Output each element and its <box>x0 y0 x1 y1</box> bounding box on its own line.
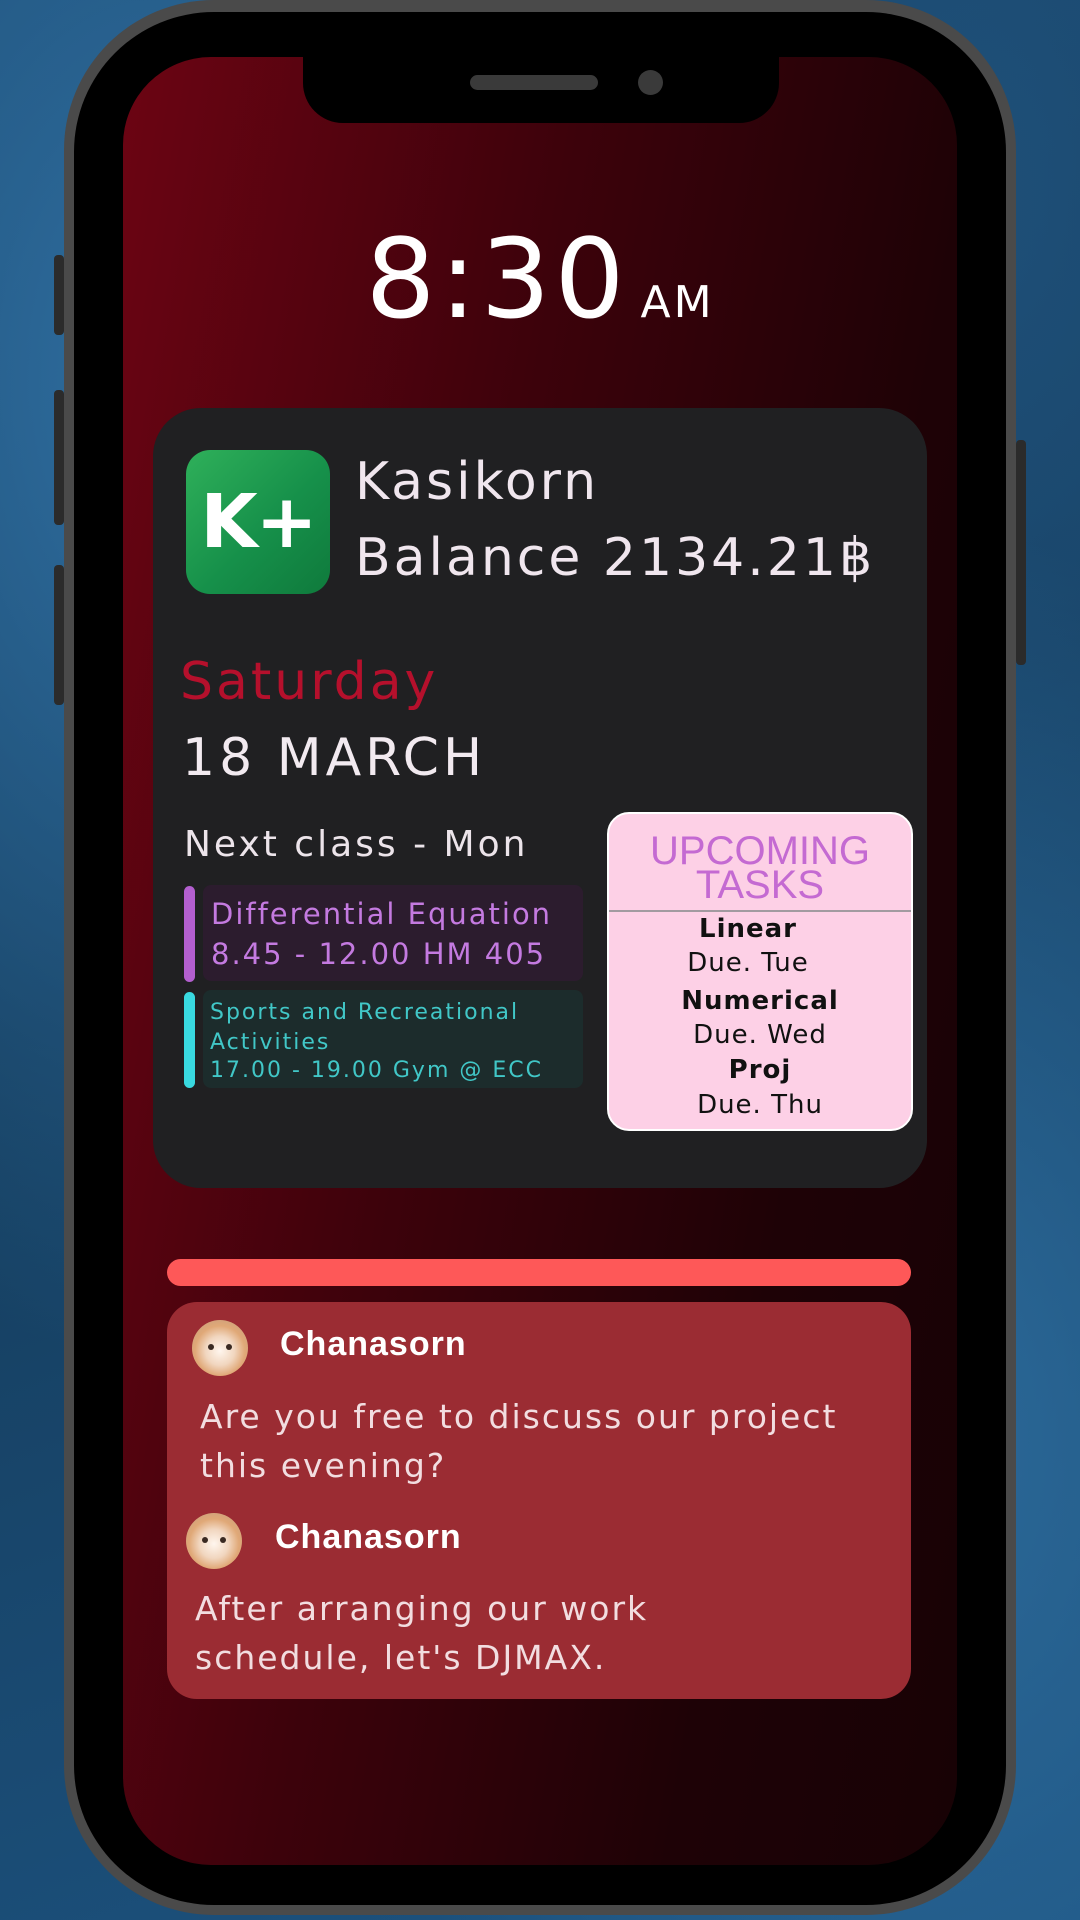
notification-message-line: schedule, let's DJMAX. <box>195 1638 607 1677</box>
notification-message: Are you free to discuss our project this… <box>200 1392 837 1490</box>
upcoming-tasks-card[interactable]: UPCOMING TASKS Linear Due. Tue Numerical… <box>607 812 913 1131</box>
front-camera-icon <box>638 70 663 95</box>
notification-message-line: this evening? <box>200 1446 447 1485</box>
task-due: Due. Tue <box>687 948 809 978</box>
class-item[interactable]: Sports and Recreational Activities 17.00… <box>203 990 583 1088</box>
class-title: Differential Equation <box>211 897 553 931</box>
task-name: Linear <box>699 914 797 944</box>
bank-name: Kasikorn <box>355 452 600 512</box>
tasks-title-line2: TASKS <box>695 863 825 907</box>
avatar <box>192 1320 248 1376</box>
notification-message: After arranging our work schedule, let's… <box>195 1584 648 1682</box>
clock-ampm: AM <box>640 277 715 328</box>
class-details: 8.45 - 12.00 HM 405 <box>211 937 547 971</box>
speaker-grille <box>470 75 598 90</box>
tasks-title: UPCOMING TASKS <box>609 831 911 907</box>
class-color-bar <box>184 992 195 1088</box>
task-due: Due. Wed <box>693 1020 827 1050</box>
notification-message-line: After arranging our work <box>195 1589 649 1628</box>
next-class-heading: Next class - Mon <box>184 824 529 865</box>
tasks-divider <box>609 910 911 912</box>
clock-time: 8:30 <box>365 215 629 343</box>
notification-stack-bar[interactable] <box>167 1259 911 1286</box>
class-details: 17.00 - 19.00 Gym @ ECC <box>210 1058 543 1083</box>
notification-sender: Chanasorn <box>275 1518 462 1556</box>
volume-down-button[interactable] <box>54 565 64 705</box>
volume-up-button[interactable] <box>54 390 64 525</box>
weekday-label: Saturday <box>180 652 439 712</box>
notch <box>303 57 779 123</box>
task-name: Proj <box>728 1055 792 1085</box>
task-name: Numerical <box>681 986 839 1016</box>
notification-sender: Chanasorn <box>280 1325 467 1363</box>
notification-message-line: Are you free to discuss our project <box>200 1397 838 1436</box>
date-label: 18 MARCH <box>182 728 487 788</box>
power-button[interactable] <box>1016 440 1026 665</box>
avatar <box>186 1513 242 1569</box>
bank-balance: Balance 2134.21฿ <box>355 528 876 588</box>
class-item[interactable]: Differential Equation 8.45 - 12.00 HM 40… <box>203 885 583 981</box>
kplus-app-icon[interactable]: K+ <box>186 450 330 594</box>
lockscreen-clock: 8:30 AM <box>0 215 1080 343</box>
task-due: Due. Thu <box>697 1090 823 1120</box>
class-color-bar <box>184 886 195 982</box>
class-title: Sports and Recreational Activities <box>210 1000 520 1055</box>
